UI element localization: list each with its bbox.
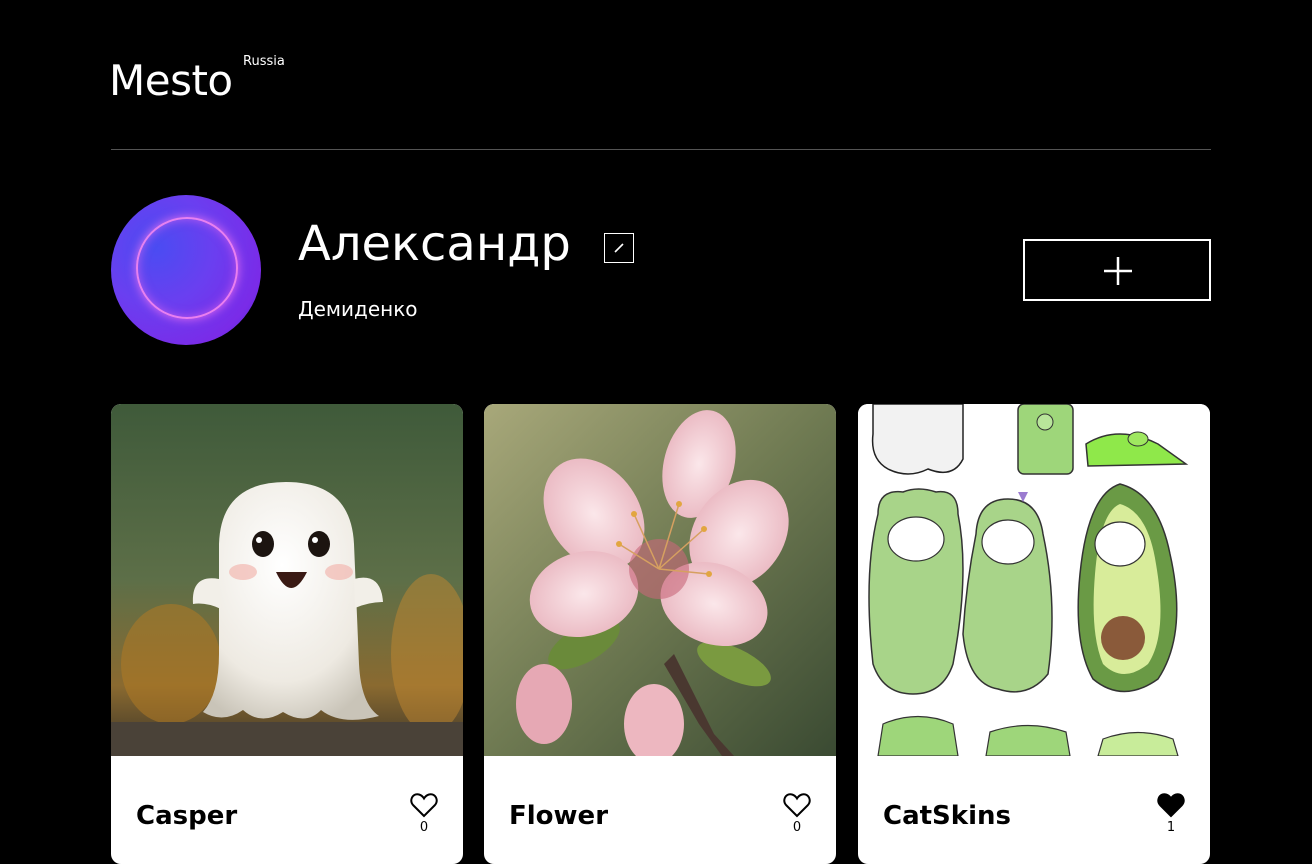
like-button[interactable] <box>1157 792 1185 818</box>
avatar-glow-ring <box>136 217 238 319</box>
heart-filled-icon <box>1157 793 1185 818</box>
like-group: 0 <box>409 792 439 836</box>
like-count: 1 <box>1166 820 1176 835</box>
card-image-catskins[interactable] <box>858 404 1210 756</box>
logo-region: Russia <box>243 54 285 69</box>
profile-about: Демиденко <box>298 297 418 321</box>
card-image-ghost[interactable] <box>111 404 463 756</box>
like-group: 1 <box>1156 792 1186 836</box>
like-count: 0 <box>419 820 429 835</box>
card-title: Casper <box>136 801 238 831</box>
heart-outline-icon <box>410 793 438 818</box>
card: CatSkins 1 <box>858 404 1210 864</box>
card: Flower 0 <box>484 404 836 864</box>
profile: Александр Демиденко <box>111 195 1211 345</box>
heart-outline-icon <box>783 793 811 818</box>
card-title: Flower <box>509 801 609 831</box>
edit-profile-button[interactable] <box>604 233 634 263</box>
card-image-flower[interactable] <box>484 404 836 756</box>
card: Casper 0 <box>111 404 463 864</box>
header: Mesto Russia <box>109 0 1211 150</box>
like-count: 0 <box>792 820 802 835</box>
cards-grid: Casper 0 Flower 0 CatSkins 1 <box>111 404 1211 864</box>
profile-name: Александр <box>298 216 571 272</box>
card-title: CatSkins <box>883 801 1011 831</box>
add-card-button[interactable] <box>1023 239 1211 301</box>
like-button[interactable] <box>410 792 438 818</box>
like-button[interactable] <box>783 792 811 818</box>
plus-icon <box>1104 257 1132 285</box>
pencil-icon <box>614 243 624 253</box>
avatar[interactable] <box>111 195 261 345</box>
logo[interactable]: Mesto <box>109 56 233 106</box>
like-group: 0 <box>782 792 812 836</box>
